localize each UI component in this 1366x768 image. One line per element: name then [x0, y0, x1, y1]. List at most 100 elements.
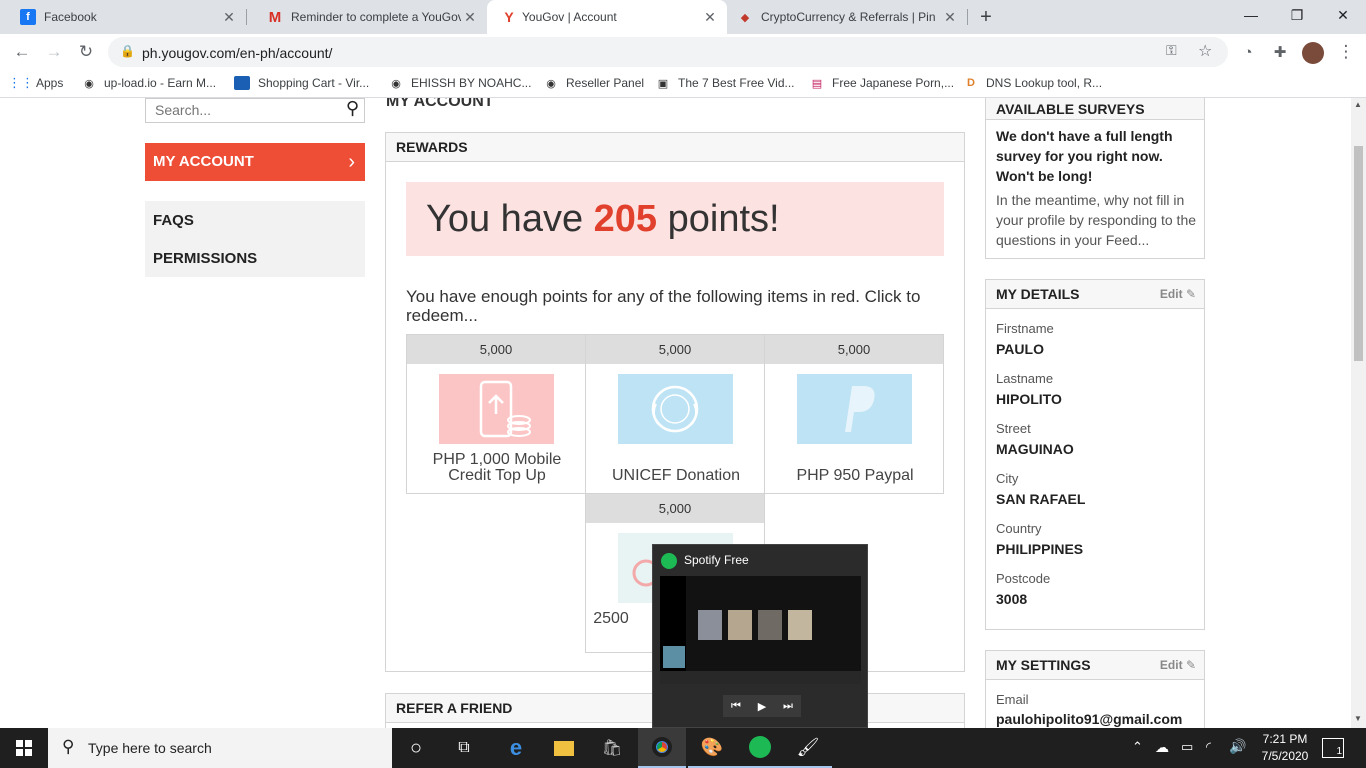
dns-icon: D — [967, 77, 975, 89]
tab-cryptocurrency[interactable]: ◆ CryptoCurrency & Referrals | Pin ✕ — [727, 0, 967, 34]
extension-gauge-icon[interactable]: ◔ — [1236, 40, 1260, 64]
bookmark-dns-lookup[interactable]: D DNS Lookup tool, R... — [964, 76, 1102, 90]
bookmark-ehissh[interactable]: ◉ EHISSH BY NOAHC... — [389, 76, 531, 90]
tab-gmail[interactable]: M Reminder to complete a YouGov ✕ — [247, 0, 487, 34]
play-button[interactable]: ▶ — [749, 695, 775, 717]
my-account-button[interactable]: MY ACCOUNT › — [145, 143, 365, 181]
globe-icon: ◉ — [546, 77, 556, 90]
paint-app-icon[interactable]: 🎨 — [688, 728, 736, 768]
battery-icon[interactable]: ▭ — [1181, 739, 1193, 755]
bookmark-free-video[interactable]: ▣ The 7 Best Free Vid... — [656, 76, 795, 90]
site-search[interactable]: ⚲ — [145, 98, 365, 123]
spotify-preview-window[interactable]: Spotify Free ⏮ ▶ ⏭ — [652, 544, 868, 728]
bookmark-free-japanese[interactable]: ▤ Free Japanese Porn,... — [810, 76, 954, 90]
bookmark-apps[interactable]: ⋮⋮ Apps — [8, 75, 63, 90]
yougov-icon: Y — [504, 9, 514, 25]
bookmark-upload[interactable]: ◉ up-load.io - Earn M... — [82, 76, 216, 90]
close-icon[interactable]: ✕ — [461, 8, 479, 26]
next-track-button[interactable]: ⏭ — [775, 695, 801, 717]
edit-settings-button[interactable]: Edit ✎ — [1160, 651, 1196, 680]
bookmark-shopping-cart[interactable]: Shopping Cart - Vir... — [234, 76, 369, 90]
tab-label: CryptoCurrency & Referrals | Pin — [761, 10, 936, 24]
settings-header: MY SETTINGS Edit ✎ — [986, 651, 1204, 680]
cortana-icon[interactable]: ○ — [392, 728, 440, 768]
unicef-logo-icon — [618, 374, 733, 444]
clock[interactable]: 7:21 PM 7/5/2020 — [1256, 731, 1314, 765]
address-bar[interactable]: 🔒 ph.yougov.com/en-ph/account/ ⚿ ☆ — [108, 37, 1228, 67]
paint-3d-icon[interactable]: 🖌 — [784, 728, 832, 768]
search-input[interactable] — [155, 102, 325, 118]
detail-city: City SAN RAFAEL — [996, 471, 1086, 507]
gmail-icon: M — [268, 8, 282, 26]
detail-postcode: Postcode 3008 — [996, 571, 1051, 607]
reward-name: PHP 1,000 Mobile Credit Top Up — [432, 451, 562, 484]
nav-faqs[interactable]: FAQS — [153, 212, 194, 229]
windows-start-icon[interactable] — [0, 728, 48, 768]
reward-cost: 5,000 — [407, 335, 585, 364]
edge-icon[interactable]: e — [492, 728, 540, 768]
windows-taskbar: ⚲ Type here to search ○ ⧉ e 🛍 🎨 🖌 ⌃ ☁ ▭ … — [0, 728, 1366, 768]
globe-icon: ◉ — [84, 77, 94, 90]
menu-icon[interactable]: ⋮ — [1334, 40, 1358, 64]
spotify-taskbar-icon[interactable] — [736, 728, 784, 768]
notification-center-icon[interactable]: 1 — [1322, 738, 1344, 758]
site-icon: ▣ — [657, 77, 669, 90]
globe-icon: ◉ — [391, 77, 401, 90]
close-window-icon[interactable]: ✕ — [1320, 0, 1366, 30]
clock-date: 7/5/2020 — [1261, 749, 1309, 763]
minimize-icon[interactable]: — — [1228, 0, 1274, 30]
tab-yougov-account[interactable]: Y YouGov | Account ✕ — [487, 0, 727, 34]
nav-permissions[interactable]: PERMISSIONS — [153, 250, 257, 267]
chevron-right-icon: › — [348, 151, 355, 173]
rewards-header: REWARDS — [386, 133, 964, 162]
reload-icon[interactable]: ↻ — [74, 40, 98, 64]
restore-icon[interactable]: ❐ — [1274, 0, 1320, 30]
forward-icon[interactable]: → — [42, 40, 66, 64]
facebook-icon: f — [20, 9, 36, 25]
taskbar-search[interactable]: ⚲ Type here to search — [48, 728, 392, 768]
edit-details-button[interactable]: Edit ✎ — [1160, 280, 1196, 309]
search-icon: ⚲ — [62, 737, 75, 756]
star-icon[interactable]: ☆ — [1198, 41, 1212, 61]
task-view-icon[interactable]: ⧉ — [440, 728, 488, 768]
spotify-title: Spotify Free — [684, 553, 749, 567]
bookmark-reseller-panel[interactable]: ◉ Reseller Panel — [544, 76, 644, 90]
detail-street: Street MAGUINAO — [996, 421, 1074, 457]
apps-grid-icon: ⋮⋮ — [8, 75, 34, 90]
search-icon[interactable]: ⚲ — [346, 98, 359, 119]
close-icon[interactable]: ✕ — [941, 8, 959, 26]
close-icon[interactable]: ✕ — [701, 8, 719, 26]
show-hidden-icons-icon[interactable]: ⌃ — [1132, 739, 1143, 755]
tab-facebook[interactable]: f Facebook ✕ — [0, 0, 246, 34]
pencil-icon: ✎ — [1185, 287, 1196, 301]
onedrive-icon[interactable]: ☁ — [1155, 739, 1169, 756]
wifi-icon[interactable]: ◜ — [1206, 739, 1211, 755]
detail-lastname: Lastname HIPOLITO — [996, 371, 1062, 407]
detail-firstname: Firstname PAULO — [996, 321, 1054, 357]
reward-mobile-credit[interactable]: 5,000 PHP 1,000 Mobile Credit Top Up — [406, 334, 586, 494]
scroll-up-icon[interactable]: ▲ — [1354, 100, 1362, 109]
reward-cost: 5,000 — [586, 335, 764, 364]
chrome-icon[interactable] — [638, 728, 686, 768]
new-tab-button[interactable]: + — [964, 2, 1008, 32]
scroll-down-icon[interactable]: ▼ — [1354, 714, 1362, 723]
page-scrollbar[interactable]: ▲ ▼ — [1351, 98, 1366, 728]
reward-paypal[interactable]: 5,000 PHP 950 Paypal — [764, 334, 944, 494]
side-nav: FAQS PERMISSIONS — [145, 201, 365, 277]
extensions-puzzle-icon[interactable]: ✚ — [1268, 40, 1292, 64]
close-icon[interactable]: ✕ — [220, 8, 238, 26]
file-explorer-icon[interactable] — [540, 728, 588, 768]
browser-toolbar: ← → ↻ 🔒 ph.yougov.com/en-ph/account/ ⚿ ☆… — [0, 34, 1366, 70]
key-icon[interactable]: ⚿ — [1166, 42, 1177, 59]
spotify-icon — [661, 553, 677, 569]
store-icon[interactable]: 🛍 — [588, 728, 636, 768]
lock-icon: 🔒 — [120, 44, 135, 58]
scroll-thumb[interactable] — [1354, 146, 1363, 361]
reward-unicef-donation[interactable]: 5,000 UNICEF Donation — [585, 334, 765, 494]
volume-icon[interactable]: 🔊 — [1229, 738, 1246, 755]
back-icon[interactable]: ← — [10, 40, 34, 64]
avatar[interactable] — [1302, 42, 1324, 64]
notification-count: 1 — [1336, 746, 1342, 757]
previous-track-button[interactable]: ⏮ — [723, 695, 749, 717]
tab-label: Reminder to complete a YouGov — [291, 10, 461, 24]
